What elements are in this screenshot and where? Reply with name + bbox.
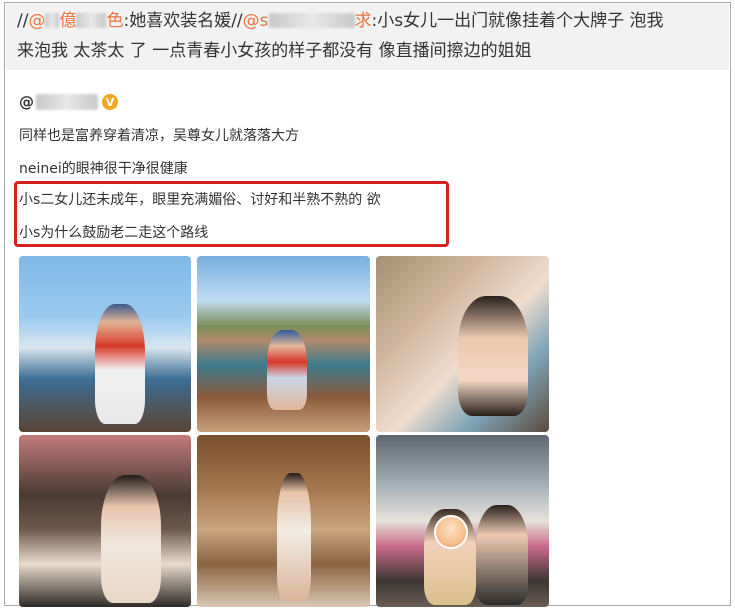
mention-1-visible: 億 xyxy=(59,11,77,31)
mention-2-blur xyxy=(268,13,355,28)
mention-1[interactable]: @ 億 色 xyxy=(28,11,123,31)
photo-5-subject xyxy=(277,473,311,601)
photo-2[interactable] xyxy=(197,256,370,432)
mention-2-at: @s xyxy=(242,11,269,31)
verified-icon: V xyxy=(102,94,118,110)
post-header: @ V xyxy=(19,91,118,113)
repost-line-2: 来泡我 太茶太 了 一点青春小女孩的样子都没有 像直播间擦边的姐姐 xyxy=(17,41,532,61)
mention-1-at: @ xyxy=(28,11,46,31)
mention-1-blur xyxy=(45,13,60,28)
photo-6-subject-2 xyxy=(476,505,528,605)
post-text-line-1: 同样也是富养穿着清凉，吴尊女儿就落落大方 xyxy=(19,128,299,144)
repost-prefix: // xyxy=(17,11,29,31)
post-text-line-2: neinei的眼神很干净很健康 xyxy=(19,161,188,177)
mention-1-blur-2 xyxy=(76,13,107,28)
photo-4-subject xyxy=(101,475,161,603)
photo-3-subject xyxy=(458,296,528,416)
photo-4[interactable] xyxy=(19,435,191,607)
repost-chain: //@ 億 色:她喜欢装名媛//@s 求:小s女儿一出门就像挂着个大牌子 泡我 来泡我… xyxy=(6,4,729,70)
mention-2-tail: 求 xyxy=(354,11,372,31)
repost-end: :小s女儿一出门就像挂着个大牌子 泡我 xyxy=(371,11,664,31)
photo-3[interactable] xyxy=(376,256,549,432)
weibo-post-card: //@ 億色:她喜欢装名媛//@s 求:小s女儿一出门就像挂着个大牌子 泡我 来泡我… xyxy=(4,2,731,607)
username-blurred[interactable] xyxy=(36,94,98,110)
mention-2[interactable]: @s 求 xyxy=(243,11,372,31)
photo-5[interactable] xyxy=(197,435,370,607)
repost-line-1: //@ 億 色:她喜欢装名媛//@s 求:小s女儿一出门就像挂着个大牌子 泡我 xyxy=(17,10,664,32)
photo-6[interactable] xyxy=(376,435,549,607)
repost-mid: :她喜欢装名媛// xyxy=(123,11,243,31)
photo-1[interactable] xyxy=(19,256,191,432)
highlight-annotation-box xyxy=(14,181,449,247)
photo-1-subject xyxy=(95,304,145,424)
face-sticker-icon xyxy=(434,515,468,549)
photo-2-subject xyxy=(267,330,307,410)
mention-1-tail: 色 xyxy=(106,11,124,31)
username-at: @ xyxy=(19,93,34,111)
